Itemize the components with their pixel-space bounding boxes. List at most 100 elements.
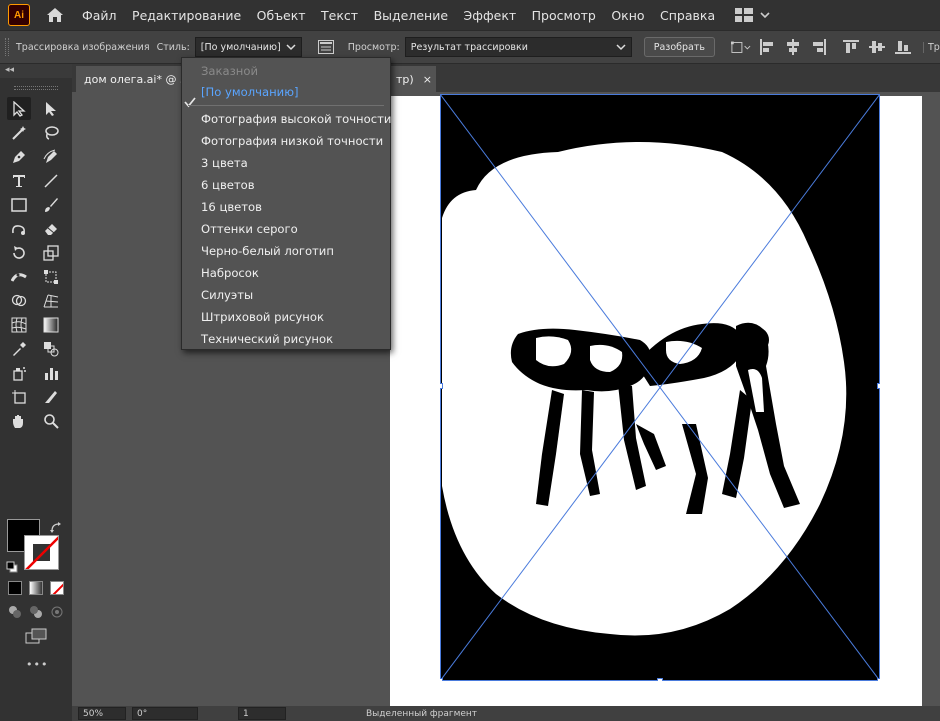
preset-black-white-logo[interactable]: Черно-белый логотип	[201, 240, 334, 262]
menu-file[interactable]: Файл	[82, 8, 117, 23]
rectangle-tool-icon[interactable]	[7, 193, 31, 216]
gradient-tool-icon[interactable]	[39, 313, 63, 336]
type-tool-icon[interactable]	[7, 169, 31, 192]
eyedropper-tool-icon[interactable]	[7, 337, 31, 360]
paintbrush-tool-icon[interactable]	[39, 193, 63, 216]
rotate-view-field[interactable]: 0°	[132, 707, 198, 720]
align-left-icon[interactable]	[757, 37, 777, 57]
chevron-down-icon	[616, 44, 626, 51]
rotate-view-value: 0°	[137, 708, 148, 719]
menu-bar: Ai Файл Редактирование Объект Текст Выде…	[0, 0, 940, 30]
align-right-icon[interactable]	[809, 37, 829, 57]
preset-technical-drawing[interactable]: Технический рисунок	[201, 328, 333, 350]
align-vcenter-icon[interactable]	[867, 37, 887, 57]
screen-mode-icon[interactable]	[25, 628, 47, 648]
transform-overflow-label[interactable]: Тр	[923, 41, 940, 53]
swap-colors-icon[interactable]	[50, 519, 62, 538]
blend-tool-icon[interactable]	[39, 337, 63, 360]
zoom-field[interactable]: 50%	[78, 707, 126, 720]
style-label: Стиль:	[156, 41, 190, 53]
preset-3-colors[interactable]: 3 цвета	[201, 152, 248, 174]
slice-tool-icon[interactable]	[39, 385, 63, 408]
shaper-tool-icon[interactable]	[7, 217, 31, 240]
workspace-grid-icon	[734, 8, 753, 22]
stroke-color-swatch[interactable]	[24, 535, 59, 570]
pen-tool-icon[interactable]	[7, 145, 31, 168]
draw-inside-icon[interactable]	[50, 604, 64, 623]
illustrator-window: Ai Файл Редактирование Объект Текст Выде…	[0, 0, 940, 721]
style-select[interactable]: [По умолчанию]	[194, 37, 302, 57]
trace-panel-icon[interactable]	[316, 37, 336, 57]
status-text[interactable]: Выделенный фрагмент	[366, 709, 477, 719]
symbol-sprayer-tool-icon[interactable]	[7, 361, 31, 384]
magic-wand-tool-icon[interactable]	[7, 121, 31, 144]
style-select-value: [По умолчанию]	[200, 41, 281, 53]
preset-default[interactable]: [По умолчанию]	[201, 81, 298, 103]
panel-collapse-button[interactable]: ◂◂	[0, 64, 72, 78]
direct-selection-tool-icon[interactable]	[39, 97, 63, 120]
lasso-tool-icon[interactable]	[39, 121, 63, 144]
expand-button[interactable]: Разобрать	[643, 37, 715, 57]
main-menu: Файл Редактирование Объект Текст Выделен…	[82, 8, 731, 23]
artboard-number: 1	[243, 708, 249, 719]
preset-6-colors[interactable]: 6 цветов	[201, 174, 255, 196]
menu-help[interactable]: Справка	[660, 8, 715, 23]
control-bar-grip[interactable]	[5, 38, 9, 56]
menu-object[interactable]: Объект	[257, 8, 306, 23]
artboard-navigator[interactable]: 1	[238, 707, 286, 720]
menu-effect[interactable]: Эффект	[464, 8, 517, 23]
preset-silhouettes[interactable]: Силуэты	[201, 284, 253, 306]
mesh-tool-icon[interactable]	[7, 313, 31, 336]
selection-tool-icon[interactable]	[7, 97, 31, 120]
color-mode-icon[interactable]	[8, 581, 22, 595]
width-tool-icon[interactable]	[7, 265, 31, 288]
dropdown-separator	[188, 105, 384, 106]
preset-shades-of-gray[interactable]: Оттенки серого	[201, 218, 298, 240]
shape-builder-tool-icon[interactable]	[7, 289, 31, 312]
preset-line-art[interactable]: Штриховой рисунок	[201, 306, 324, 328]
preset-low-fidelity-photo[interactable]: Фотография низкой точности	[201, 130, 383, 152]
workspace-switcher[interactable]	[734, 8, 771, 22]
draw-normal-icon[interactable]	[8, 604, 22, 623]
preset-custom: Заказной	[201, 64, 259, 78]
control-bar: Трассировка изображения Стиль: [По умолч…	[0, 30, 940, 64]
menu-select[interactable]: Выделение	[374, 8, 448, 23]
view-select-value: Результат трассировки	[410, 41, 528, 53]
home-icon[interactable]	[44, 4, 66, 26]
document-tab-title: дом олега.ai* @ 5	[84, 72, 187, 86]
document-tab-title-tail: тр)	[396, 72, 414, 86]
align-bottom-icon[interactable]	[893, 37, 913, 57]
default-colors-icon[interactable]	[6, 558, 18, 577]
preset-16-colors[interactable]: 16 цветов	[201, 196, 262, 218]
gradient-mode-icon[interactable]	[29, 581, 43, 595]
traced-image[interactable]	[440, 94, 880, 681]
tools-panel-grip[interactable]	[14, 86, 58, 90]
hand-tool-icon[interactable]	[7, 409, 31, 432]
preset-high-fidelity-photo[interactable]: Фотография высокой точности	[201, 108, 391, 130]
align-to-icon[interactable]	[731, 37, 751, 57]
align-top-icon[interactable]	[841, 37, 861, 57]
zoom-value: 50%	[83, 708, 104, 719]
edit-toolbar-button[interactable]: •••	[26, 658, 48, 671]
menu-edit[interactable]: Редактирование	[132, 8, 241, 23]
line-segment-tool-icon[interactable]	[39, 169, 63, 192]
draw-behind-icon[interactable]	[29, 604, 43, 623]
close-tab-icon[interactable]: ×	[423, 73, 432, 86]
curvature-tool-icon[interactable]	[39, 145, 63, 168]
menu-window[interactable]: Окно	[611, 8, 644, 23]
zoom-tool-icon[interactable]	[39, 409, 63, 432]
scale-tool-icon[interactable]	[39, 241, 63, 264]
perspective-grid-tool-icon[interactable]	[39, 289, 63, 312]
column-graph-tool-icon[interactable]	[39, 361, 63, 384]
menu-type[interactable]: Текст	[321, 8, 358, 23]
eraser-tool-icon[interactable]	[39, 217, 63, 240]
align-hcenter-icon[interactable]	[783, 37, 803, 57]
rotate-tool-icon[interactable]	[7, 241, 31, 264]
artboard-tool-icon[interactable]	[7, 385, 31, 408]
none-mode-icon[interactable]	[50, 581, 64, 595]
free-transform-tool-icon[interactable]	[39, 265, 63, 288]
preset-sketched-art[interactable]: Набросок	[201, 262, 259, 284]
image-trace-title: Трассировка изображения	[16, 41, 150, 53]
menu-view[interactable]: Просмотр	[532, 8, 596, 23]
view-select[interactable]: Результат трассировки	[404, 37, 632, 57]
